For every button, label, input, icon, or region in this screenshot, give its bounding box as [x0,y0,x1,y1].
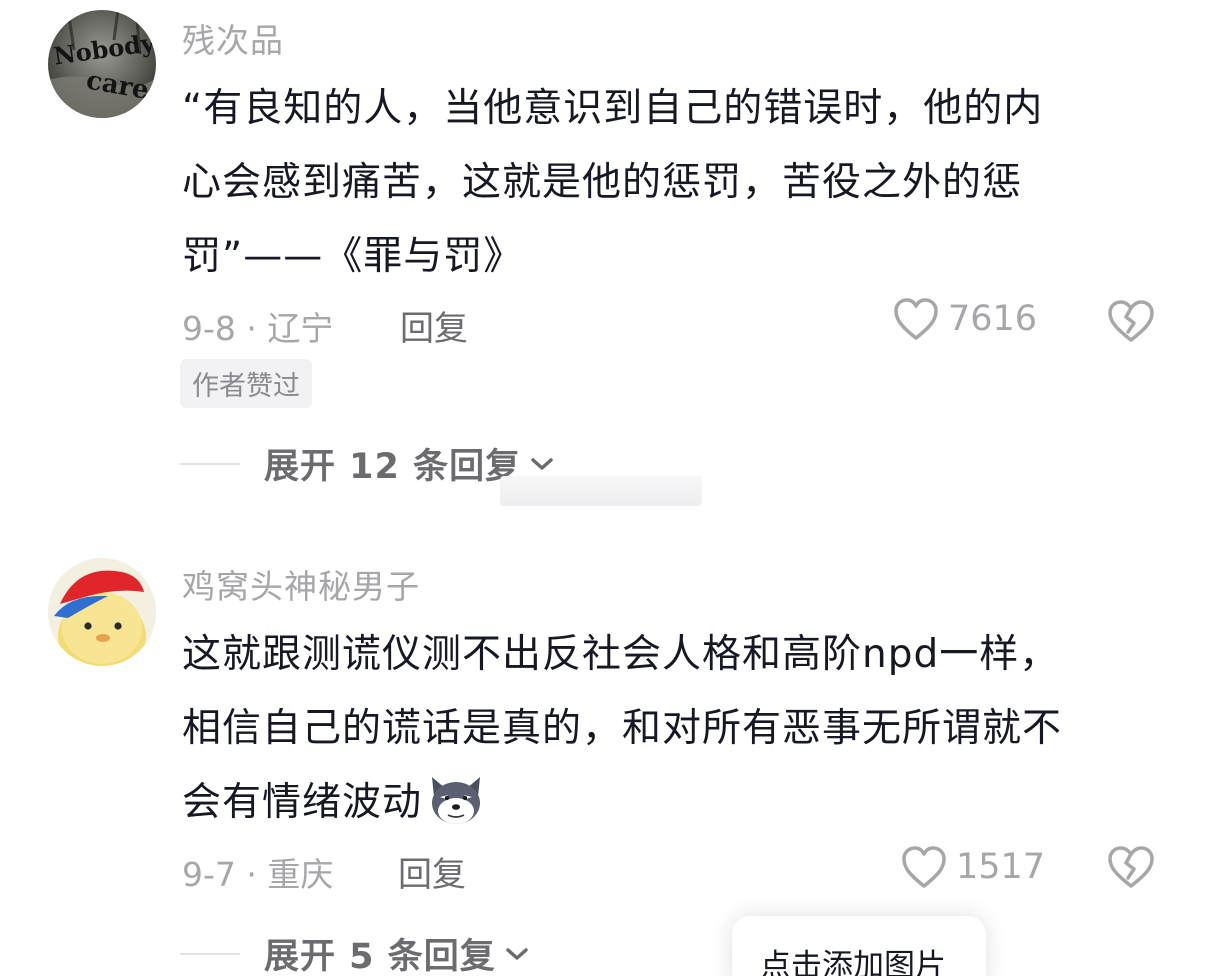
comment-text-line: 相信自己的谎话是真的，和对所有恶事无所谓就不 [182,706,1063,751]
expand-replies-label: 展开 12 条回复 [264,447,522,487]
comment-list: Nobody cares 残次品 “有良知的人，当他意识到自己的错误时，他的内 … [0,0,1206,976]
comment-text: “有良知的人，当他意识到自己的错误时，他的内 心会感到痛苦，这就是他的惩罚，苦役… [182,72,1172,294]
heart-outline-icon [894,298,938,340]
add-image-label: 点击添加图片 [760,948,946,976]
divider [180,952,240,955]
like-count: 7616 [948,299,1038,339]
username[interactable]: 鸡窝头神秘男子 [182,560,420,608]
heart-outline-icon [902,846,946,888]
reply-button[interactable]: 回复 [400,301,468,350]
chevron-down-icon [531,457,553,470]
comment-text-line: “有良知的人，当他意识到自己的错误时，他的内 [182,86,1044,131]
expand-replies-button[interactable]: 展开 5 条回复 [180,928,530,976]
like-button[interactable]: 7616 [892,296,1037,342]
blurred-overlay [500,476,702,506]
comment-text-line: 罚”——《罪与罚》 [182,234,524,279]
comment-text-line: 这就跟测谎仪测不出反社会人格和高阶npd一样， [182,632,1060,677]
expand-replies-label: 展开 5 条回复 [264,937,496,976]
expand-replies-button[interactable]: 展开 12 条回复 [180,438,555,489]
like-count: 1517 [956,847,1046,887]
dislike-button[interactable] [1106,844,1156,894]
chevron-down-icon [505,947,528,960]
comment-date-location: 9-7 · 重庆 [182,855,334,894]
broken-heart-icon [1108,846,1154,888]
divider [180,462,240,465]
reply-button[interactable]: 回复 [398,847,466,896]
comment-text-fragment: 会有情绪波动 [182,780,423,825]
dog-face-emoji [432,777,481,824]
username[interactable]: 残次品 [182,14,284,62]
comment-text-line: 会有情绪波动 [182,766,1172,840]
comment-item: Nobody cares 残次品 “有良知的人，当他意识到自己的错误时，他的内 … [0,0,1206,510]
broken-heart-icon [1108,300,1154,342]
comment-date-location: 9-8 · 辽宁 [182,309,334,348]
comment-text-line: 心会感到痛苦，这就是他的惩罚，苦役之外的惩 [182,160,1023,205]
avatar[interactable] [48,558,156,666]
avatar[interactable]: Nobody cares [48,10,156,118]
author-liked-badge: 作者赞过 [180,359,312,408]
dislike-button[interactable] [1106,298,1156,348]
comment-item: 鸡窝头神秘男子 这就跟测谎仪测不出反社会人格和高阶npd一样， 相信自己的谎话是… [0,548,1206,976]
comment-text: 这就跟测谎仪测不出反社会人格和高阶npd一样， 相信自己的谎话是真的，和对所有恶… [182,618,1172,840]
add-image-button[interactable]: 点击添加图片 [732,916,986,976]
like-button[interactable]: 1517 [900,844,1045,890]
